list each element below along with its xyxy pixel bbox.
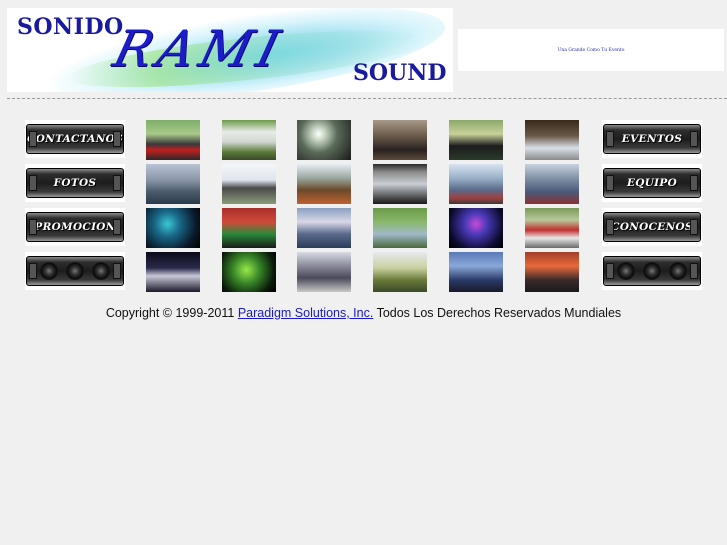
photo-thumbnail[interactable]	[449, 252, 503, 292]
nav-label: EQUIPO	[626, 177, 678, 189]
site-logo: SONIDO RAMI SOUND	[7, 8, 453, 92]
header-divider	[7, 98, 727, 99]
nav-button-fotos[interactable]: FOTOS	[25, 164, 125, 202]
logo-word-rami: RAMI	[107, 20, 291, 78]
nav-label: PROMOCION	[34, 221, 116, 233]
photo-thumbnail[interactable]	[525, 252, 579, 292]
photo-thumbnail[interactable]	[297, 252, 351, 292]
photo-thumbnail[interactable]	[525, 164, 579, 204]
amp-plate-icon: PROMOCION	[26, 212, 124, 242]
photo-thumbnail[interactable]	[373, 120, 427, 160]
paradigm-solutions-link[interactable]: Paradigm Solutions, Inc.	[238, 306, 374, 320]
nav-button-equipo[interactable]: EQUIPO	[602, 164, 702, 202]
photo-thumbnail[interactable]	[297, 208, 351, 248]
photo-thumbnail[interactable]	[373, 252, 427, 292]
nav-button-contactanos[interactable]: CONTACTANOS	[25, 120, 125, 158]
photo-thumbnail[interactable]	[222, 164, 276, 204]
photo-thumbnail[interactable]	[146, 252, 200, 292]
nav-label: EVENTOS	[621, 133, 683, 145]
photo-thumbnail[interactable]	[146, 208, 200, 248]
amp-plate-icon: EVENTOS	[603, 124, 701, 154]
speaker-icon	[603, 256, 701, 286]
nav-button-promocion[interactable]: PROMOCION	[25, 208, 125, 246]
photo-thumbnail[interactable]	[525, 120, 579, 160]
amp-plate-icon: EQUIPO	[603, 168, 701, 198]
photo-thumbnail[interactable]	[146, 164, 200, 204]
logo-word-sound: SOUND	[353, 60, 447, 86]
photo-thumbnail[interactable]	[297, 120, 351, 160]
speaker-icon	[26, 256, 124, 286]
photo-thumbnail[interactable]	[525, 208, 579, 248]
copyright-prefix: Copyright © 1999-2011	[105, 306, 235, 320]
logo-word-sonido: SONIDO	[17, 14, 124, 40]
nav-label: CONOCENOS	[611, 221, 693, 233]
photo-thumbnail[interactable]	[222, 252, 276, 292]
amp-plate-icon: FOTOS	[26, 168, 124, 198]
photo-thumbnail[interactable]	[373, 208, 427, 248]
photo-thumbnail[interactable]	[373, 164, 427, 204]
header-banner: Una Grande Como Tu Evento	[458, 29, 724, 71]
photo-thumbnail[interactable]	[449, 208, 503, 248]
footer-copyright: Copyright © 1999-2011 Paradigm Solutions…	[0, 306, 727, 320]
photo-thumbnail[interactable]	[297, 164, 351, 204]
nav-label: FOTOS	[53, 177, 97, 189]
nav-label: CONTACTANOS	[27, 133, 123, 145]
photo-thumbnail[interactable]	[222, 208, 276, 248]
speaker-graphic-left	[25, 252, 125, 290]
photo-thumbnail[interactable]	[222, 120, 276, 160]
nav-button-eventos[interactable]: EVENTOS	[602, 120, 702, 158]
speaker-graphic-right	[602, 252, 702, 290]
banner-text: Una Grande Como Tu Evento	[557, 47, 625, 53]
amp-plate-icon: CONTACTANOS	[26, 124, 124, 154]
photo-thumbnail[interactable]	[449, 164, 503, 204]
copyright-suffix: Todos Los Derechos Reservados Mundiales	[376, 306, 622, 320]
amp-plate-icon: CONOCENOS	[603, 212, 701, 242]
nav-button-conocenos[interactable]: CONOCENOS	[602, 208, 702, 246]
photo-thumbnail[interactable]	[449, 120, 503, 160]
photo-thumbnail[interactable]	[146, 120, 200, 160]
